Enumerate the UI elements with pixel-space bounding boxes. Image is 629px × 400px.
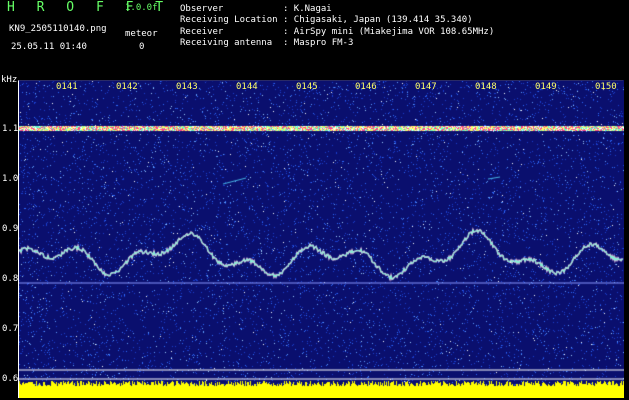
x-tick-label: 0148 xyxy=(475,82,497,92)
timestamp: 25.05.11 01:40 xyxy=(11,42,87,52)
x-tick-label: 0147 xyxy=(415,82,437,92)
x-tick-label: 0143 xyxy=(176,82,198,92)
x-tick-label: 0150 xyxy=(595,82,617,92)
y-tick-label: 1.1 xyxy=(2,124,19,134)
meteor-count: 0 xyxy=(139,42,145,52)
y-tick-label: 1.0 xyxy=(2,174,19,184)
x-tick-label: 0149 xyxy=(535,82,557,92)
x-tick-label: 0144 xyxy=(236,82,258,92)
antenna-line: Receiving antenna : Maspro FM-3 xyxy=(180,38,354,48)
observer-line: Observer : K.Nagai xyxy=(180,4,332,14)
plot-frame xyxy=(18,80,623,398)
receiver-line: Receiver : AirSpy mini (Miakejima VOR 10… xyxy=(180,27,495,37)
file-name: KN9_2505110140.png xyxy=(9,24,107,34)
app-version: 1.0.0f xyxy=(125,3,158,13)
x-tick-label: 0146 xyxy=(355,82,377,92)
x-tick-label: 0145 xyxy=(296,82,318,92)
x-tick-label: 0141 xyxy=(56,82,78,92)
location-line: Receiving Location : Chigasaki, Japan (1… xyxy=(180,15,473,25)
y-axis-unit: kHz xyxy=(1,75,18,85)
x-tick-label: 0142 xyxy=(116,82,138,92)
meteor-label: meteor xyxy=(125,29,158,39)
y-tick-label: 0.8 xyxy=(2,274,19,284)
y-tick-label: 0.7 xyxy=(2,324,19,334)
header-panel: H R O F F T 1.0.0f KN9_2505110140.png me… xyxy=(0,0,629,74)
y-tick-label: 0.9 xyxy=(2,224,19,234)
y-tick-label: 0.6 xyxy=(2,374,19,384)
